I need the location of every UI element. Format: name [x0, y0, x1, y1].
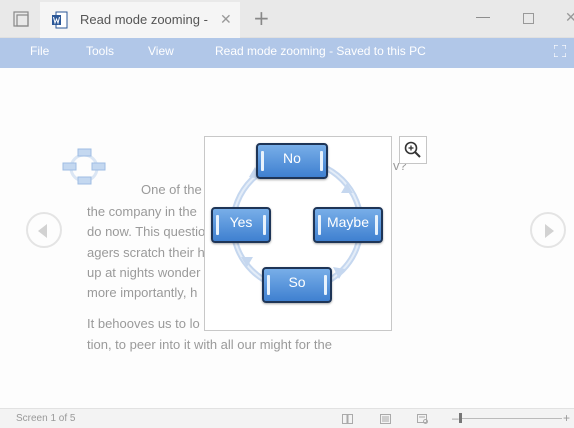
tab-toggle-icon[interactable] — [12, 10, 30, 28]
menu-tools[interactable]: Tools — [86, 44, 114, 58]
title-tab-bar: Read mode zooming - ✕ + — ✕ — [0, 0, 574, 38]
zoom-out-button[interactable]: – — [452, 411, 459, 425]
word-app-icon — [52, 11, 68, 29]
read-mode-icon[interactable] — [342, 414, 353, 424]
paragraph-line: the company in the — [87, 204, 197, 219]
diagram-node-yes[interactable]: Yes — [211, 207, 271, 243]
menu-file[interactable]: File — [30, 44, 49, 58]
tab-close-button[interactable]: ✕ — [220, 11, 232, 28]
diagram-node-maybe[interactable]: Maybe — [313, 207, 383, 243]
paragraph-line: more importantly, h — [87, 285, 198, 300]
maximize-button[interactable] — [523, 13, 534, 24]
zoom-slider-thumb[interactable] — [459, 413, 462, 423]
print-layout-icon[interactable] — [380, 414, 391, 424]
paragraph-line: up at nights wonder — [87, 265, 201, 280]
zoom-in-status-button[interactable]: + — [563, 411, 570, 425]
diagram-node-no[interactable]: No — [256, 143, 328, 179]
zoom-in-button[interactable] — [399, 136, 427, 164]
window-close-button[interactable]: ✕ — [565, 9, 574, 26]
paragraph-line: agers scratch their h — [87, 245, 205, 260]
smartart-thumbnail-icon — [62, 148, 106, 185]
document-tab[interactable]: Read mode zooming - ✕ — [40, 2, 240, 38]
menu-view[interactable]: View — [148, 44, 174, 58]
diagram-node-so[interactable]: So — [262, 267, 332, 303]
next-screen-button[interactable] — [530, 212, 566, 248]
zoomed-diagram-popup[interactable]: No Yes Maybe So — [204, 136, 392, 331]
web-layout-icon[interactable] — [417, 414, 428, 424]
zoom-slider-track[interactable] — [462, 418, 562, 419]
paragraph-line: One of the — [141, 182, 202, 197]
minimize-button[interactable]: — — [476, 8, 490, 24]
new-tab-button[interactable]: + — [253, 6, 270, 30]
word-read-mode-window: Read mode zooming - ✕ + — ✕ File Tools V… — [0, 0, 574, 428]
magnifier-plus-icon — [404, 141, 421, 158]
read-mode-menu-bar: File Tools View Read mode zooming - Save… — [0, 38, 574, 68]
tab-title: Read mode zooming - — [80, 12, 208, 27]
status-bar: Screen 1 of 5 – + — [0, 408, 574, 428]
document-reading-area: One of the the company in the do now. Th… — [0, 68, 574, 408]
paragraph-line: It behooves us to lo — [87, 316, 200, 331]
document-title-status: Read mode zooming - Saved to this PC — [215, 44, 426, 58]
paragraph-line: do now. This questio — [87, 224, 206, 239]
fit-screen-icon[interactable] — [554, 45, 566, 57]
paragraph-line: tion, to peer into it with all our might… — [87, 337, 332, 352]
screen-count: Screen 1 of 5 — [16, 413, 76, 424]
previous-screen-button[interactable] — [26, 212, 62, 248]
